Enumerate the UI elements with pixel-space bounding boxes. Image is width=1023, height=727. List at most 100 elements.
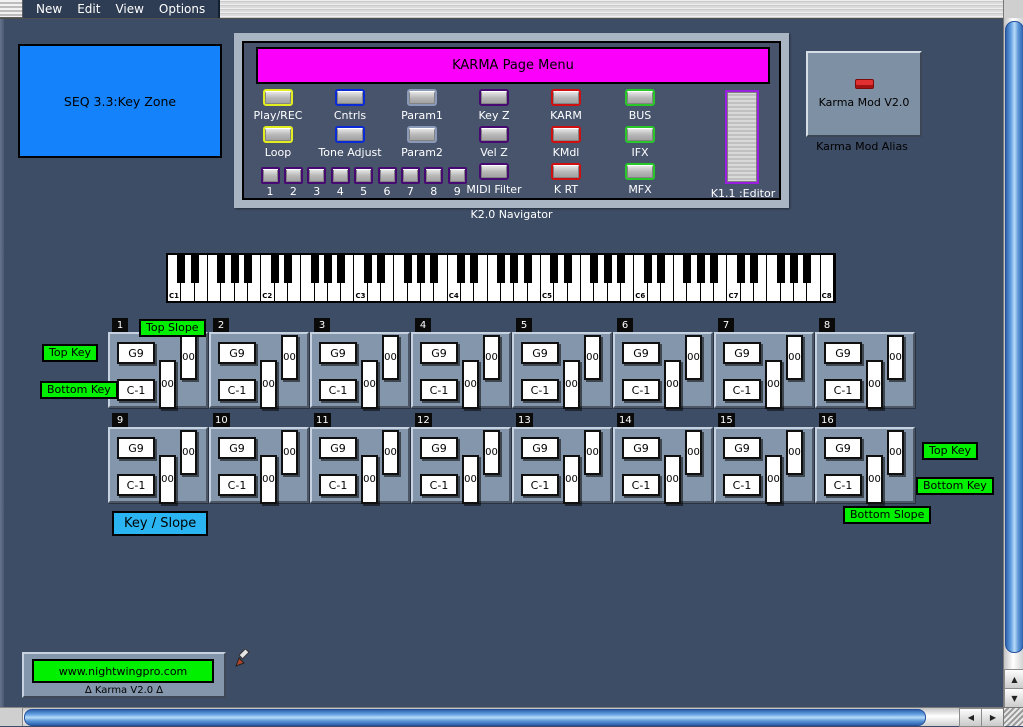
- zone-top-slope-slider[interactable]: 00: [685, 335, 702, 380]
- piano-black-key[interactable]: [803, 255, 811, 283]
- horizontal-scrollbar-thumb[interactable]: [24, 709, 926, 726]
- zone-top-slope-slider[interactable]: 00: [483, 335, 500, 380]
- play-rec-button[interactable]: [263, 89, 293, 106]
- vel-z-button[interactable]: [479, 126, 509, 143]
- zone-top-key-field[interactable]: G9: [824, 437, 862, 459]
- zone-top-key-field[interactable]: G9: [319, 437, 357, 459]
- piano-black-key[interactable]: [657, 255, 665, 283]
- nav-num-button-2[interactable]: [284, 167, 303, 184]
- zone-top-slope-slider[interactable]: 00: [786, 335, 803, 380]
- zone-top-key-field[interactable]: G9: [218, 342, 256, 364]
- zone-bottom-slope-slider[interactable]: 00: [361, 455, 378, 504]
- piano-black-key[interactable]: [710, 255, 718, 283]
- piano-black-key[interactable]: [244, 255, 252, 283]
- piano-black-key[interactable]: [311, 255, 319, 283]
- piano-black-key[interactable]: [604, 255, 612, 283]
- zone-bottom-slope-slider[interactable]: 00: [563, 360, 580, 409]
- zone-bottom-key-field[interactable]: C-1: [218, 474, 256, 496]
- piano-black-key[interactable]: [590, 255, 598, 283]
- zone-bottom-key-field[interactable]: C-1: [521, 379, 559, 401]
- zone-top-key-field[interactable]: G9: [723, 342, 761, 364]
- zone-bottom-key-field[interactable]: C-1: [319, 474, 357, 496]
- zone-bottom-slope-slider[interactable]: 00: [260, 455, 277, 504]
- zone-top-key-field[interactable]: G9: [319, 342, 357, 364]
- piano-black-key[interactable]: [417, 255, 425, 283]
- piano-black-key[interactable]: [404, 255, 412, 283]
- piano-black-key[interactable]: [777, 255, 785, 283]
- zone-top-key-field[interactable]: G9: [117, 342, 155, 364]
- piano-black-key[interactable]: [524, 255, 532, 283]
- vertical-scrollbar-thumb[interactable]: [1005, 21, 1023, 653]
- ifx-button[interactable]: [625, 126, 655, 143]
- k-rt-button[interactable]: [551, 163, 581, 180]
- param2-button[interactable]: [407, 126, 437, 143]
- mfx-button[interactable]: [625, 163, 655, 180]
- scroll-right-button[interactable]: [981, 708, 1005, 727]
- zone-top-slope-slider[interactable]: 00: [180, 335, 197, 380]
- menu-item-edit[interactable]: Edit: [77, 2, 100, 16]
- piano-black-key[interactable]: [364, 255, 372, 283]
- zone-top-slope-slider[interactable]: 00: [584, 430, 601, 475]
- zone-bottom-slope-slider[interactable]: 00: [159, 455, 176, 504]
- piano-black-key[interactable]: [430, 255, 438, 283]
- zone-top-slope-slider[interactable]: 00: [281, 335, 298, 380]
- zone-bottom-slope-slider[interactable]: 00: [765, 455, 782, 504]
- nav-num-button-7[interactable]: [401, 167, 420, 184]
- zone-top-key-field[interactable]: G9: [420, 342, 458, 364]
- midi-filter-button[interactable]: [479, 163, 509, 180]
- zone-bottom-slope-slider[interactable]: 00: [866, 360, 883, 409]
- zone-top-slope-slider[interactable]: 00: [483, 430, 500, 475]
- piano-black-key[interactable]: [457, 255, 465, 283]
- zone-top-slope-slider[interactable]: 00: [584, 335, 601, 380]
- zone-bottom-key-field[interactable]: C-1: [824, 474, 862, 496]
- piano-black-key[interactable]: [191, 255, 199, 283]
- piano-black-key[interactable]: [750, 255, 758, 283]
- piano-black-key[interactable]: [497, 255, 505, 283]
- scroll-left-button[interactable]: [959, 708, 983, 727]
- zone-bottom-slope-slider[interactable]: 00: [361, 360, 378, 409]
- piano-black-key[interactable]: [337, 255, 345, 283]
- nav-num-button-4[interactable]: [331, 167, 350, 184]
- zone-bottom-slope-slider[interactable]: 00: [866, 455, 883, 504]
- zone-bottom-slope-slider[interactable]: 00: [765, 360, 782, 409]
- zone-bottom-slope-slider[interactable]: 00: [462, 360, 479, 409]
- bus-button[interactable]: [625, 89, 655, 106]
- tone-adjust-button[interactable]: [335, 126, 365, 143]
- zone-top-slope-slider[interactable]: 00: [382, 335, 399, 380]
- piano-black-key[interactable]: [564, 255, 572, 283]
- nav-num-button-6[interactable]: [378, 167, 397, 184]
- zone-top-key-field[interactable]: G9: [622, 342, 660, 364]
- zone-bottom-slope-slider[interactable]: 00: [260, 360, 277, 409]
- scroll-down-button[interactable]: [1004, 688, 1023, 709]
- zone-bottom-key-field[interactable]: C-1: [723, 474, 761, 496]
- piano-black-key[interactable]: [683, 255, 691, 283]
- key-z-button[interactable]: [479, 89, 509, 106]
- horizontal-scrollbar[interactable]: [22, 707, 1003, 726]
- zone-top-slope-slider[interactable]: 00: [281, 430, 298, 475]
- zone-top-key-field[interactable]: G9: [622, 437, 660, 459]
- karm-button[interactable]: [551, 89, 581, 106]
- zone-bottom-key-field[interactable]: C-1: [420, 474, 458, 496]
- zone-bottom-key-field[interactable]: C-1: [521, 474, 559, 496]
- nav-num-button-9[interactable]: [448, 167, 467, 184]
- loop-button[interactable]: [263, 126, 293, 143]
- kmdl-button[interactable]: [551, 126, 581, 143]
- zone-bottom-key-field[interactable]: C-1: [117, 379, 155, 401]
- website-link[interactable]: www.nightwingpro.com: [32, 659, 214, 683]
- zone-top-key-field[interactable]: G9: [420, 437, 458, 459]
- zone-bottom-key-field[interactable]: C-1: [622, 474, 660, 496]
- piano-black-key[interactable]: [470, 255, 478, 283]
- zone-top-slope-slider[interactable]: 00: [786, 430, 803, 475]
- zone-top-slope-slider[interactable]: 00: [887, 335, 904, 380]
- piano-black-key[interactable]: [177, 255, 185, 283]
- window-collapse-widget[interactable]: [0, 0, 23, 18]
- zone-top-slope-slider[interactable]: 00: [685, 430, 702, 475]
- piano-black-key[interactable]: [231, 255, 239, 283]
- scroll-up-button[interactable]: [1004, 669, 1023, 690]
- zone-top-key-field[interactable]: G9: [824, 342, 862, 364]
- menu-item-options[interactable]: Options: [159, 2, 205, 16]
- zone-bottom-key-field[interactable]: C-1: [723, 379, 761, 401]
- nav-num-button-5[interactable]: [354, 167, 373, 184]
- piano-black-key[interactable]: [737, 255, 745, 283]
- editor-slider[interactable]: [725, 90, 759, 184]
